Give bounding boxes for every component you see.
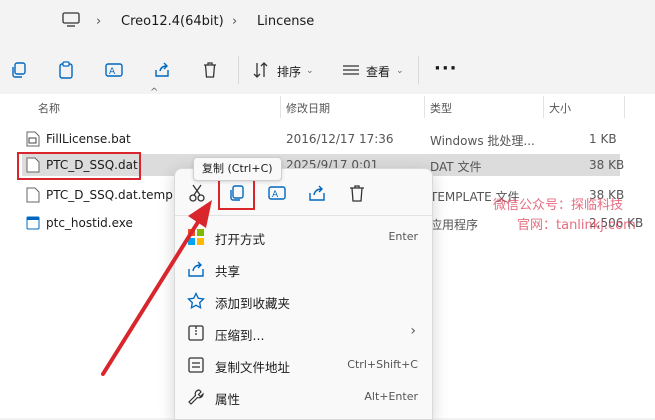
annotation-arrow [101,200,212,376]
